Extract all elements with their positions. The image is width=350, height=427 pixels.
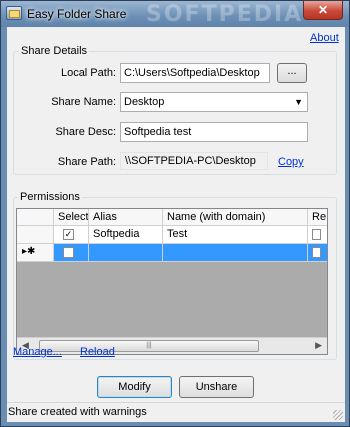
share-desc-field[interactable]: Softpedia test [120,122,308,142]
column-header-alias[interactable]: Alias [89,209,163,226]
local-path-label: Local Path: [60,67,116,79]
about-link[interactable]: About [310,32,339,44]
local-path-field[interactable]: C:\Users\Softpedia\Desktop [120,63,270,83]
watermark: SOFTPEDIA [146,2,304,27]
browse-button[interactable]: ... [277,63,307,83]
copy-link[interactable]: Copy [278,156,304,168]
new-name-cell[interactable] [163,244,308,262]
close-icon: ✕ [317,3,329,17]
alias-cell[interactable]: Softpedia [89,226,163,244]
status-bar: Share created with warnings [7,402,345,422]
new-read-cell[interactable] [308,244,327,262]
select-checkbox[interactable]: ✓ [63,229,74,240]
new-select-checkbox[interactable] [63,247,74,258]
window-title: Easy Folder Share [27,7,127,21]
scrollbar-thumb[interactable]: ||| [39,340,259,352]
app-window: Easy Folder Share SOFTPEDIA ✕ About Shar… [0,0,350,427]
share-name-label: Share Name: [51,96,116,108]
scroll-right-icon[interactable]: ▶ [315,340,322,351]
read-checkbox[interactable] [312,229,321,240]
client-area: About Share Details Local Path: C:\Users… [7,27,345,422]
modify-button[interactable]: Modify [97,376,172,398]
manage-link[interactable]: Manage... [13,346,62,358]
close-button[interactable]: ✕ [303,1,343,20]
chevron-down-icon[interactable]: ▼ [294,97,303,107]
column-header-read[interactable]: Re [308,209,327,226]
row-header[interactable] [17,226,54,244]
select-cell[interactable]: ✓ [54,226,89,244]
share-name-value: Desktop [124,96,165,108]
unshare-button[interactable]: Unshare [179,376,254,398]
folder-share-icon [6,6,22,20]
share-desc-label: Share Desc: [55,126,116,138]
share-path-label: Share Path: [57,156,116,168]
new-row-icon: ▸✱ [22,246,36,257]
new-alias-cell[interactable] [89,244,163,262]
column-header-select[interactable]: Select [54,209,89,226]
new-read-checkbox[interactable] [312,247,321,258]
reload-link[interactable]: Reload [80,346,115,358]
resize-grip-icon[interactable] [333,410,343,420]
row-header-corner [17,209,54,226]
column-header-name[interactable]: Name (with domain) [163,209,308,226]
new-select-cell[interactable] [54,244,89,262]
permissions-group: Permissions Select Alias Name (with doma… [13,191,337,360]
share-name-combo[interactable]: Desktop ▼ [120,92,308,112]
new-row-header[interactable]: ▸✱ [17,244,54,262]
title-bar[interactable]: Easy Folder Share SOFTPEDIA ✕ [1,1,349,27]
permissions-grid[interactable]: Select Alias Name (with domain) Re ✓ Sof… [16,208,328,355]
status-text: Share created with warnings [8,406,147,418]
share-path-value: \\SOFTPEDIA-PC\Desktop [120,152,268,170]
share-details-title: Share Details [19,45,90,57]
read-cell[interactable] [308,226,327,244]
permissions-title: Permissions [18,191,82,203]
name-cell[interactable]: Test [163,226,308,244]
share-details-group: Share Details Local Path: C:\Users\Softp… [13,45,337,175]
grid-header: Select Alias Name (with domain) Re [17,209,327,226]
horizontal-scrollbar[interactable]: ◀ ||| ▶ [17,337,327,354]
